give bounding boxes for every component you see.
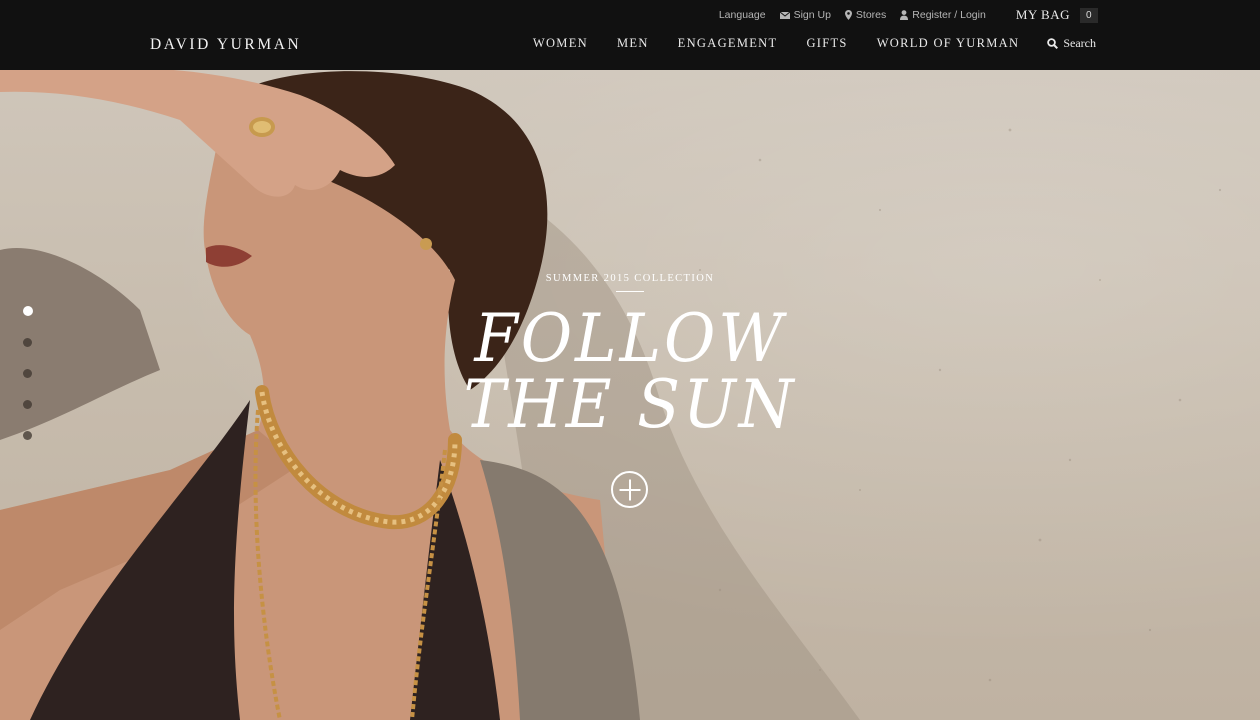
- eyebrow-divider: [616, 291, 644, 292]
- collection-eyebrow: SUMMER 2015 COLLECTION: [545, 273, 715, 284]
- signup-link[interactable]: Sign Up: [779, 9, 831, 21]
- language-label: Language: [718, 9, 766, 21]
- utility-bar: Language Sign Up Stores Register / Login…: [705, 0, 1098, 30]
- search-button[interactable]: Search: [1047, 36, 1096, 51]
- hero-banner: SUMMER 2015 COLLECTION FOLLOW THE SUN: [0, 70, 1260, 720]
- language-link[interactable]: Language: [719, 9, 766, 21]
- envelope-icon: [779, 11, 790, 19]
- slide-dot-3[interactable]: [23, 369, 32, 378]
- brand-logo[interactable]: DAVID YURMAN: [150, 36, 301, 54]
- signup-label: Sign Up: [793, 9, 831, 21]
- main-nav: WOMEN MEN ENGAGEMENT GIFTS WORLD OF YURM…: [533, 36, 1096, 51]
- search-icon: [1047, 38, 1059, 49]
- slide-dot-1[interactable]: [22, 306, 33, 316]
- slide-pagination: [22, 306, 33, 440]
- hero-headline: FOLLOW THE SUN: [440, 306, 820, 438]
- explore-plus-icon[interactable]: [611, 471, 648, 508]
- nav-engagement[interactable]: ENGAGEMENT: [678, 36, 778, 51]
- stores-link[interactable]: Stores: [844, 9, 887, 21]
- slide-dot-2[interactable]: [23, 338, 32, 347]
- nav-women[interactable]: WOMEN: [533, 36, 588, 51]
- slide-dot-5[interactable]: [23, 431, 32, 440]
- headline-line-2: THE SUN: [463, 366, 797, 443]
- map-pin-icon: [844, 10, 852, 20]
- stores-label: Stores: [855, 9, 887, 21]
- slide-dot-4[interactable]: [23, 400, 32, 409]
- register-login-label: Register / Login: [912, 9, 986, 21]
- my-bag-button[interactable]: MY BAG 0: [1016, 7, 1098, 23]
- bag-count-badge: 0: [1080, 7, 1098, 23]
- headline-line-1: FOLLOW: [474, 300, 786, 377]
- register-login-link[interactable]: Register / Login: [900, 9, 986, 21]
- bag-label: MY BAG: [1015, 7, 1070, 22]
- nav-gifts[interactable]: GIFTS: [806, 36, 847, 51]
- nav-world-of-yurman[interactable]: WORLD OF YURMAN: [877, 36, 1020, 51]
- hero-copy: SUMMER 2015 COLLECTION FOLLOW THE SUN: [430, 273, 830, 438]
- site-header: Language Sign Up Stores Register / Login…: [0, 0, 1260, 70]
- user-icon: [900, 10, 909, 20]
- nav-men[interactable]: MEN: [617, 36, 649, 51]
- search-label: Search: [1063, 36, 1096, 50]
